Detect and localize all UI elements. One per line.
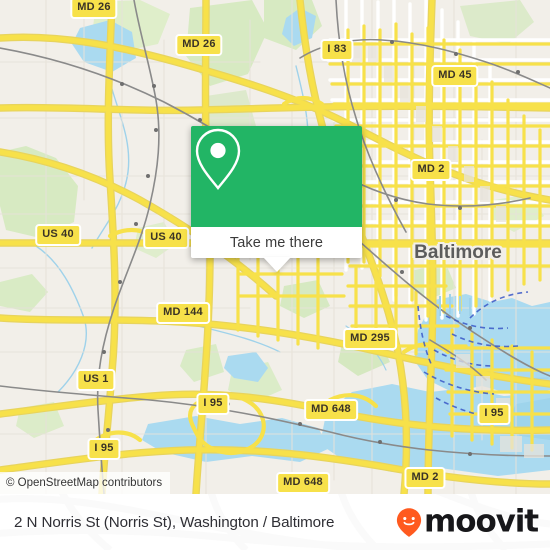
popup-pointer-tail (262, 257, 291, 272)
popup-cta-area[interactable]: Take me there (191, 227, 362, 258)
footer-bar: 2 N Norris St (Norris St), Washington / … (0, 494, 550, 550)
take-me-there-label: Take me there (229, 234, 324, 251)
route-shield-i-95-b[interactable]: I 95 (196, 393, 230, 415)
route-shield-md-2-b[interactable]: MD 2 (404, 467, 446, 489)
map-canvas[interactable]: .rd-mj{stroke:#f7e14a;stroke-linecap:rou… (0, 0, 550, 494)
popup-icon-area (191, 126, 362, 227)
route-shield-md-26-b[interactable]: MD 26 (175, 34, 223, 56)
route-shield-md-648-b[interactable]: MD 648 (276, 472, 330, 494)
route-shield-md-144[interactable]: MD 144 (156, 302, 210, 324)
moovit-smiley-pin-icon (396, 507, 422, 537)
location-pin-icon (195, 128, 241, 190)
route-shield-md-45[interactable]: MD 45 (431, 65, 479, 87)
route-shield-md-2-a[interactable]: MD 2 (410, 159, 452, 181)
moovit-wordmark: moovit (424, 503, 539, 540)
moovit-brand[interactable]: moovit (396, 503, 539, 540)
destination-popup[interactable]: Take me there (191, 126, 362, 272)
route-shield-us-40-a[interactable]: US 40 (35, 224, 81, 246)
route-shield-us-1[interactable]: US 1 (76, 369, 116, 391)
osm-attribution-text: © OpenStreetMap contributors (6, 477, 163, 489)
moovit-map-screen: .rd-mj{stroke:#f7e14a;stroke-linecap:rou… (0, 0, 550, 550)
route-shield-us-40-b[interactable]: US 40 (143, 227, 189, 249)
osm-attribution[interactable]: © OpenStreetMap contributors (0, 472, 171, 494)
route-shield-i-95-a[interactable]: I 95 (477, 403, 511, 425)
route-shield-i-83[interactable]: I 83 (320, 39, 354, 61)
city-label-baltimore: Baltimore (414, 242, 502, 263)
route-shield-md-295[interactable]: MD 295 (343, 328, 397, 350)
location-title: 2 N Norris St (Norris St), Washington / … (14, 513, 335, 531)
route-shield-i-95-c[interactable]: I 95 (87, 438, 121, 460)
route-shield-md-648-a[interactable]: MD 648 (304, 399, 358, 421)
route-shield-md-26-a[interactable]: MD 26 (70, 0, 118, 19)
